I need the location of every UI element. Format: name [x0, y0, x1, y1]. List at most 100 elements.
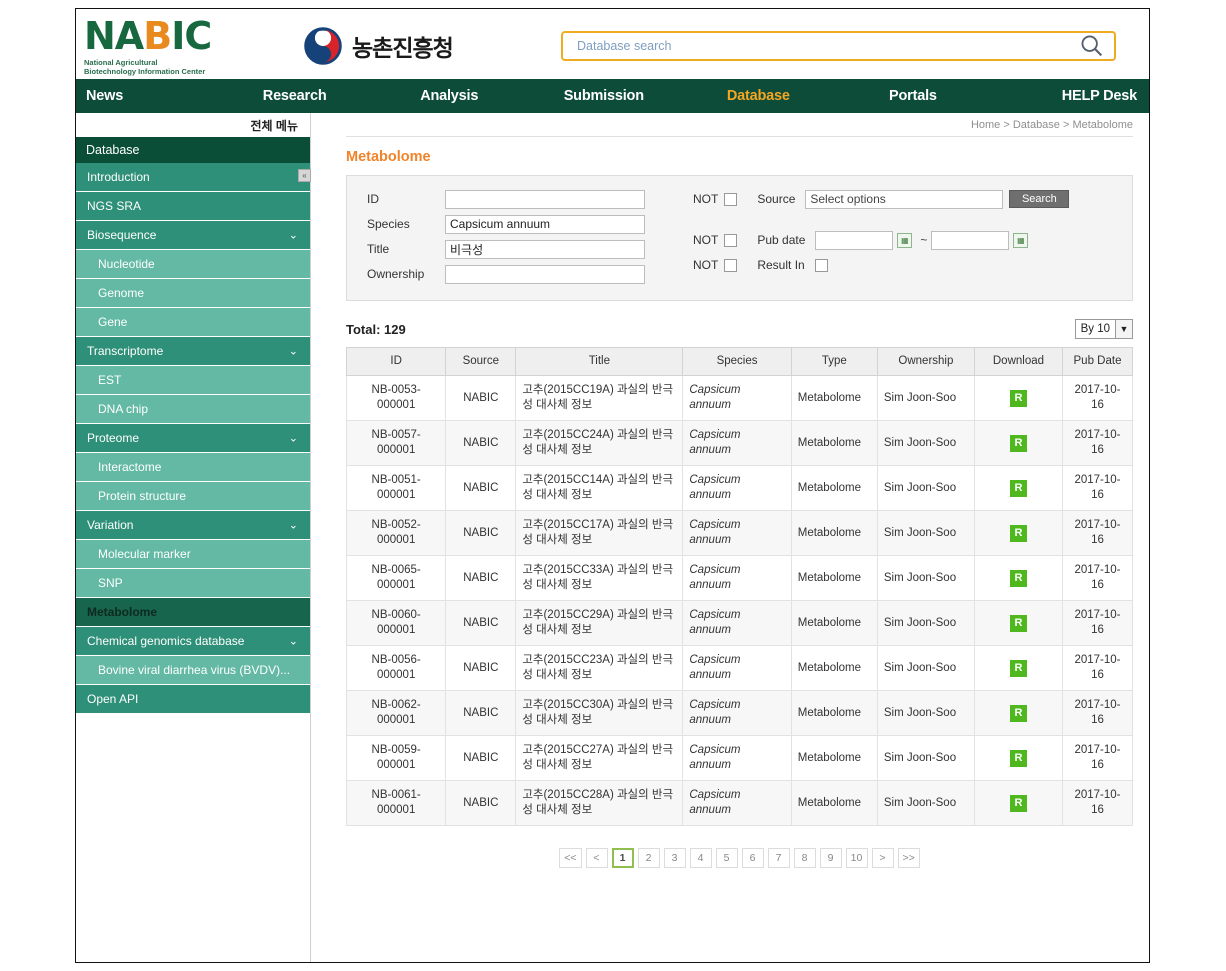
- download-r-icon[interactable]: R: [1009, 704, 1027, 722]
- nav-item-submission[interactable]: Submission: [527, 79, 682, 113]
- cell-id[interactable]: NB-0060-000001: [345, 600, 447, 646]
- table-row[interactable]: NB-0053-000001 NABIC 고추(2015CC19A) 과실의 반극성…: [345, 375, 1134, 421]
- search-button[interactable]: Search: [1009, 190, 1070, 208]
- not-checkbox-ownership[interactable]: [724, 258, 738, 272]
- sidebar-item-protein-structure[interactable]: Protein structure: [76, 482, 310, 511]
- pagination-page-1[interactable]: 1: [611, 848, 634, 868]
- download-r-icon[interactable]: R: [1009, 434, 1027, 452]
- nav-item-help-desk[interactable]: HELP Desk: [990, 79, 1149, 113]
- table-row[interactable]: NB-0057-000001 NABIC 고추(2015CC24A) 과실의 반극성…: [345, 420, 1134, 466]
- table-row[interactable]: NB-0056-000001 NABIC 고추(2015CC23A) 과실의 반극성…: [345, 645, 1134, 691]
- table-row[interactable]: NB-0052-000001 NABIC 고추(2015CC17A) 과실의 반극성…: [345, 510, 1134, 556]
- species-input[interactable]: [445, 214, 645, 234]
- download-r-icon[interactable]: R: [1009, 569, 1027, 587]
- sidebar-item-genome[interactable]: Genome: [76, 279, 310, 308]
- pagination-page-6[interactable]: 6: [741, 848, 764, 868]
- calendar-icon-from[interactable]: ▦: [897, 232, 913, 248]
- pagination-page-7[interactable]: 7: [767, 848, 790, 868]
- not-checkbox-id[interactable]: [724, 192, 738, 206]
- download-cell[interactable]: R: [973, 735, 1063, 781]
- sidebar-item-snp[interactable]: SNP: [76, 569, 310, 598]
- download-cell[interactable]: R: [973, 510, 1063, 556]
- sidebar-item-biosequence[interactable]: Biosequence ⌄: [76, 221, 310, 250]
- download-cell[interactable]: R: [973, 645, 1063, 691]
- sidebar-item-introduction[interactable]: Introduction: [76, 163, 310, 192]
- sidebar-item-bovine-viral-diarrhea-virus-bvdv[interactable]: Bovine viral diarrhea virus (BVDV)...: [76, 656, 310, 685]
- calendar-icon-to[interactable]: ▦: [1013, 232, 1029, 248]
- chevron-down-icon[interactable]: ⌄: [289, 635, 298, 648]
- ownership-input[interactable]: [445, 264, 645, 284]
- nav-item-portals[interactable]: Portals: [836, 79, 991, 113]
- sidebar-item-metabolome[interactable]: Metabolome: [76, 598, 310, 627]
- chevron-down-icon[interactable]: ▼: [1115, 320, 1132, 338]
- chevron-down-icon[interactable]: ⌄: [289, 432, 298, 445]
- chevron-down-icon[interactable]: ⌄: [289, 345, 298, 358]
- download-cell[interactable]: R: [973, 375, 1063, 421]
- pagination-page-9[interactable]: 9: [819, 848, 842, 868]
- sidebar-item-transcriptome[interactable]: Transcriptome ⌄: [76, 337, 310, 366]
- sidebar-item-gene[interactable]: Gene: [76, 308, 310, 337]
- download-r-icon[interactable]: R: [1009, 524, 1027, 542]
- table-row[interactable]: NB-0061-000001 NABIC 고추(2015CC28A) 과실의 반극성…: [345, 780, 1134, 826]
- not-checkbox-title[interactable]: [724, 233, 738, 247]
- table-row[interactable]: NB-0065-000001 NABIC 고추(2015CC33A) 과실의 반극성…: [345, 555, 1134, 601]
- search-input[interactable]: [563, 39, 1078, 53]
- sidebar-item-interactome[interactable]: Interactome: [76, 453, 310, 482]
- pagination-next[interactable]: >: [871, 848, 894, 868]
- nav-item-database[interactable]: Database: [681, 79, 836, 113]
- sidebar-item-variation[interactable]: Variation ⌄: [76, 511, 310, 540]
- pagination-page-3[interactable]: 3: [663, 848, 686, 868]
- download-r-icon[interactable]: R: [1009, 389, 1027, 407]
- table-row[interactable]: NB-0059-000001 NABIC 고추(2015CC27A) 과실의 반극성…: [345, 735, 1134, 781]
- pagination-page-10[interactable]: 10: [845, 848, 868, 868]
- sidebar-item-open-api[interactable]: Open API: [76, 685, 310, 714]
- cell-id[interactable]: NB-0057-000001: [345, 420, 447, 466]
- cell-id[interactable]: NB-0053-000001: [345, 375, 447, 421]
- nabic-logo[interactable]: NABIC National Agricultural Biotechnolog…: [84, 17, 284, 76]
- cell-id[interactable]: NB-0052-000001: [345, 510, 447, 556]
- cell-id[interactable]: NB-0051-000001: [345, 465, 447, 511]
- pagination-last[interactable]: >>: [897, 848, 920, 868]
- download-r-icon[interactable]: R: [1009, 479, 1027, 497]
- rda-logo-block[interactable]: 농촌진흥청: [304, 27, 454, 65]
- pagination-page-5[interactable]: 5: [715, 848, 738, 868]
- chevron-down-icon[interactable]: ⌄: [289, 229, 298, 242]
- download-cell[interactable]: R: [973, 600, 1063, 646]
- source-select[interactable]: Select options: [805, 189, 1004, 209]
- cell-id[interactable]: NB-0061-000001: [345, 780, 447, 826]
- sidebar-collapse-icon[interactable]: «: [298, 169, 311, 182]
- cell-id[interactable]: NB-0062-000001: [345, 690, 447, 736]
- per-page-select[interactable]: By 10 ▼: [1074, 319, 1133, 339]
- sidebar-item-proteome[interactable]: Proteome ⌄: [76, 424, 310, 453]
- download-cell[interactable]: R: [973, 690, 1063, 736]
- pagination-page-2[interactable]: 2: [637, 848, 660, 868]
- download-cell[interactable]: R: [973, 780, 1063, 826]
- table-row[interactable]: NB-0051-000001 NABIC 고추(2015CC14A) 과실의 반극성…: [345, 465, 1134, 511]
- pubdate-to-input[interactable]: [931, 230, 1010, 250]
- table-row[interactable]: NB-0060-000001 NABIC 고추(2015CC29A) 과실의 반극성…: [345, 600, 1134, 646]
- download-r-icon[interactable]: R: [1009, 659, 1027, 677]
- download-r-icon[interactable]: R: [1009, 749, 1027, 767]
- cell-id[interactable]: NB-0059-000001: [345, 735, 447, 781]
- nav-item-research[interactable]: Research: [217, 79, 372, 113]
- sidebar-item-ngs-sra[interactable]: NGS SRA: [76, 192, 310, 221]
- pagination-first[interactable]: <<: [559, 848, 582, 868]
- cell-id[interactable]: NB-0056-000001: [345, 645, 447, 691]
- all-menu-button[interactable]: 전체 메뉴: [76, 113, 310, 137]
- download-r-icon[interactable]: R: [1009, 794, 1027, 812]
- sidebar-item-molecular-marker[interactable]: Molecular marker: [76, 540, 310, 569]
- cell-id[interactable]: NB-0065-000001: [345, 555, 447, 601]
- download-r-icon[interactable]: R: [1009, 614, 1027, 632]
- sidebar-item-chemical-genomics-database[interactable]: Chemical genomics database ⌄: [76, 627, 310, 656]
- pagination-prev[interactable]: <: [585, 848, 608, 868]
- id-input[interactable]: [445, 189, 645, 209]
- search-icon[interactable]: [1078, 32, 1106, 60]
- pagination-page-4[interactable]: 4: [689, 848, 712, 868]
- table-row[interactable]: NB-0062-000001 NABIC 고추(2015CC30A) 과실의 반극성…: [345, 690, 1134, 736]
- nav-item-news[interactable]: News: [76, 79, 217, 113]
- pagination-page-8[interactable]: 8: [793, 848, 816, 868]
- chevron-down-icon[interactable]: ⌄: [289, 519, 298, 532]
- nav-item-analysis[interactable]: Analysis: [372, 79, 527, 113]
- result-in-checkbox[interactable]: [814, 258, 828, 272]
- download-cell[interactable]: R: [973, 555, 1063, 601]
